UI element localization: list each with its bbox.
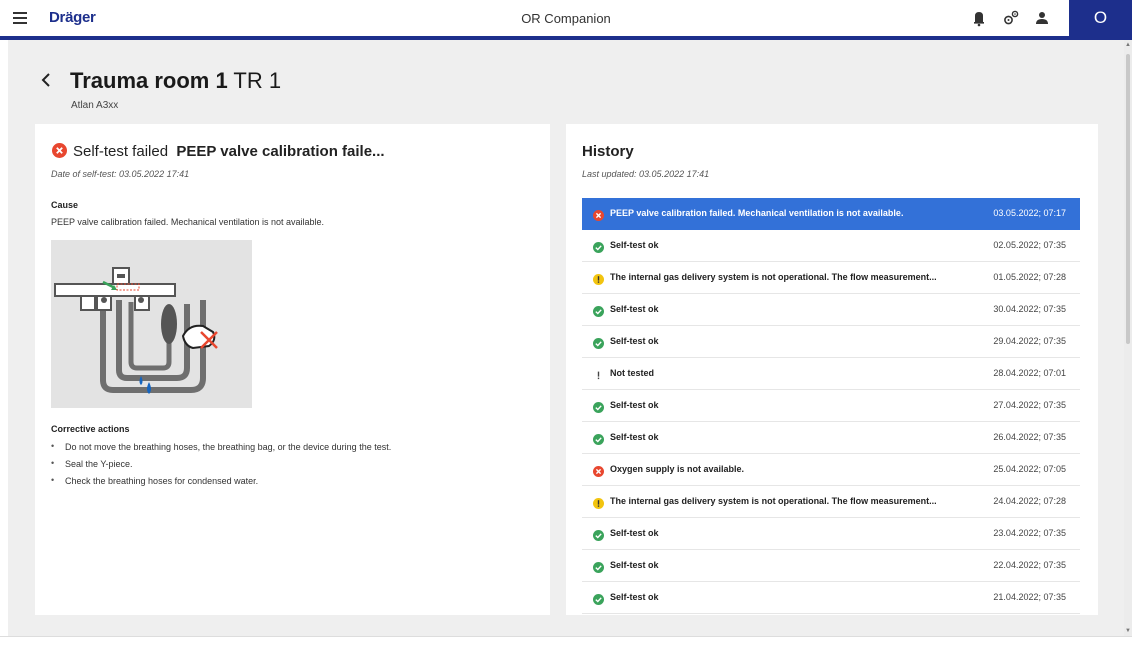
history-row[interactable]: Self-test ok 23.04.2022; 07:35 bbox=[582, 518, 1080, 550]
history-card: History Last updated: 03.05.2022 17:41 P… bbox=[566, 124, 1098, 615]
history-row-date: 24.04.2022; 07:28 bbox=[993, 496, 1066, 506]
scroll-thumb[interactable] bbox=[1126, 54, 1130, 344]
list-item: Check the breathing hoses for condensed … bbox=[51, 475, 391, 493]
history-row-label: PEEP valve calibration failed. Mechanica… bbox=[610, 208, 904, 218]
user-icon[interactable] bbox=[1033, 9, 1051, 27]
back-button[interactable] bbox=[38, 69, 54, 91]
history-row-label: Self-test ok bbox=[610, 400, 659, 410]
page-title-suffix: TR 1 bbox=[227, 68, 282, 93]
history-row-label: Self-test ok bbox=[610, 336, 659, 346]
selftest-date: Date of self-test: 03.05.2022 17:41 bbox=[51, 169, 190, 179]
bell-icon[interactable] bbox=[970, 9, 988, 27]
page-title-room: Trauma room 1 bbox=[70, 68, 228, 93]
gears-icon[interactable] bbox=[1002, 9, 1020, 27]
history-row-label: Self-test ok bbox=[610, 432, 659, 442]
check-icon bbox=[593, 560, 604, 573]
history-row[interactable]: Self-test ok 30.04.2022; 07:35 bbox=[582, 294, 1080, 326]
history-row-label: Oxygen supply is not available. bbox=[610, 464, 745, 474]
selftest-status-detail: PEEP valve calibration faile... bbox=[176, 143, 385, 160]
selftest-status-title: Self-test failed PEEP valve calibration … bbox=[73, 143, 385, 160]
history-row-label: Not tested bbox=[610, 368, 655, 378]
history-row[interactable]: Self-test ok 02.05.2022; 07:35 bbox=[582, 230, 1080, 262]
history-row-label: Self-test ok bbox=[610, 240, 659, 250]
error-icon bbox=[593, 464, 604, 477]
history-row-date: 28.04.2022; 07:01 bbox=[993, 368, 1066, 378]
check-icon bbox=[593, 304, 604, 317]
menu-icon[interactable] bbox=[13, 12, 27, 24]
page-title: Trauma room 1 TR 1 bbox=[70, 68, 281, 94]
cause-heading: Cause bbox=[51, 200, 79, 210]
history-row[interactable]: Self-test ok 29.04.2022; 07:35 bbox=[582, 326, 1080, 358]
history-row-date: 02.05.2022; 07:35 bbox=[993, 240, 1066, 250]
device-name: Atlan A3xx bbox=[71, 100, 119, 111]
history-row-date: 26.04.2022; 07:35 bbox=[993, 432, 1066, 442]
history-row[interactable]: Self-test ok 22.04.2022; 07:35 bbox=[582, 550, 1080, 582]
history-row[interactable]: The internal gas delivery system is not … bbox=[582, 486, 1080, 518]
user-account-button[interactable]: O bbox=[1069, 0, 1132, 36]
history-row[interactable]: Oxygen supply is not available. 25.04.202… bbox=[582, 454, 1080, 486]
history-row-label: The internal gas delivery system is not … bbox=[610, 496, 937, 506]
history-row-label: Self-test ok bbox=[610, 528, 659, 538]
history-row[interactable]: Not tested 28.04.2022; 07:01 bbox=[582, 358, 1080, 390]
check-icon bbox=[593, 240, 604, 253]
top-bar: Dräger OR Companion O bbox=[0, 0, 1132, 36]
list-item: Do not move the breathing hoses, the bre… bbox=[51, 441, 391, 459]
check-icon bbox=[593, 432, 604, 445]
corrective-actions-list: Do not move the breathing hoses, the bre… bbox=[51, 441, 391, 493]
cause-text: PEEP valve calibration failed. Mechanica… bbox=[51, 217, 324, 227]
warning-icon bbox=[593, 272, 604, 285]
error-icon bbox=[593, 208, 604, 221]
breathing-system-illustration bbox=[51, 240, 252, 408]
history-row-label: Self-test ok bbox=[610, 560, 659, 570]
history-row-date: 01.05.2022; 07:28 bbox=[993, 272, 1066, 282]
scroll-down-icon[interactable]: ▼ bbox=[1125, 628, 1131, 634]
corrective-actions-heading: Corrective actions bbox=[51, 424, 130, 434]
selftest-details-card: Self-test failed PEEP valve calibration … bbox=[35, 124, 550, 615]
scroll-up-icon[interactable]: ▲ bbox=[1125, 42, 1131, 48]
selftest-status-prefix: Self-test failed bbox=[73, 143, 169, 160]
history-row-label: The internal gas delivery system is not … bbox=[610, 272, 937, 282]
history-row[interactable]: The internal gas delivery system is not … bbox=[582, 262, 1080, 294]
history-row[interactable]: Self-test ok 21.04.2022; 07:35 bbox=[582, 582, 1080, 614]
history-row-date: 25.04.2022; 07:05 bbox=[993, 464, 1066, 474]
history-row-label: Self-test ok bbox=[610, 304, 659, 314]
list-item: Seal the Y-piece. bbox=[51, 458, 391, 476]
history-row-date: 29.04.2022; 07:35 bbox=[993, 336, 1066, 346]
check-icon bbox=[593, 592, 604, 605]
history-row[interactable]: Self-test ok 26.04.2022; 07:35 bbox=[582, 422, 1080, 454]
warning-icon bbox=[593, 496, 604, 509]
scrollbar[interactable]: ▲ ▼ bbox=[1124, 40, 1132, 636]
history-row-date: 22.04.2022; 07:35 bbox=[993, 560, 1066, 570]
exclamation-icon bbox=[593, 368, 604, 380]
check-icon bbox=[593, 336, 604, 349]
history-row-date: 27.04.2022; 07:35 bbox=[993, 400, 1066, 410]
history-row-date: 23.04.2022; 07:35 bbox=[993, 528, 1066, 538]
history-row-label: Self-test ok bbox=[610, 592, 659, 602]
check-icon bbox=[593, 400, 604, 413]
history-last-updated: Last updated: 03.05.2022 17:41 bbox=[582, 169, 710, 179]
check-icon bbox=[593, 528, 604, 541]
history-row-date: 03.05.2022; 07:17 bbox=[993, 208, 1066, 218]
footer-area bbox=[0, 636, 1132, 671]
history-row[interactable]: Self-test ok 27.04.2022; 07:35 bbox=[582, 390, 1080, 422]
history-row[interactable]: PEEP valve calibration failed. Mechanica… bbox=[582, 198, 1080, 230]
history-row-date: 21.04.2022; 07:35 bbox=[993, 592, 1066, 602]
error-icon bbox=[52, 143, 67, 158]
app-title: OR Companion bbox=[521, 11, 611, 26]
history-list: PEEP valve calibration failed. Mechanica… bbox=[582, 198, 1080, 614]
brand-logo: Dräger bbox=[49, 9, 96, 26]
history-title: History bbox=[582, 143, 634, 160]
history-row-date: 30.04.2022; 07:35 bbox=[993, 304, 1066, 314]
